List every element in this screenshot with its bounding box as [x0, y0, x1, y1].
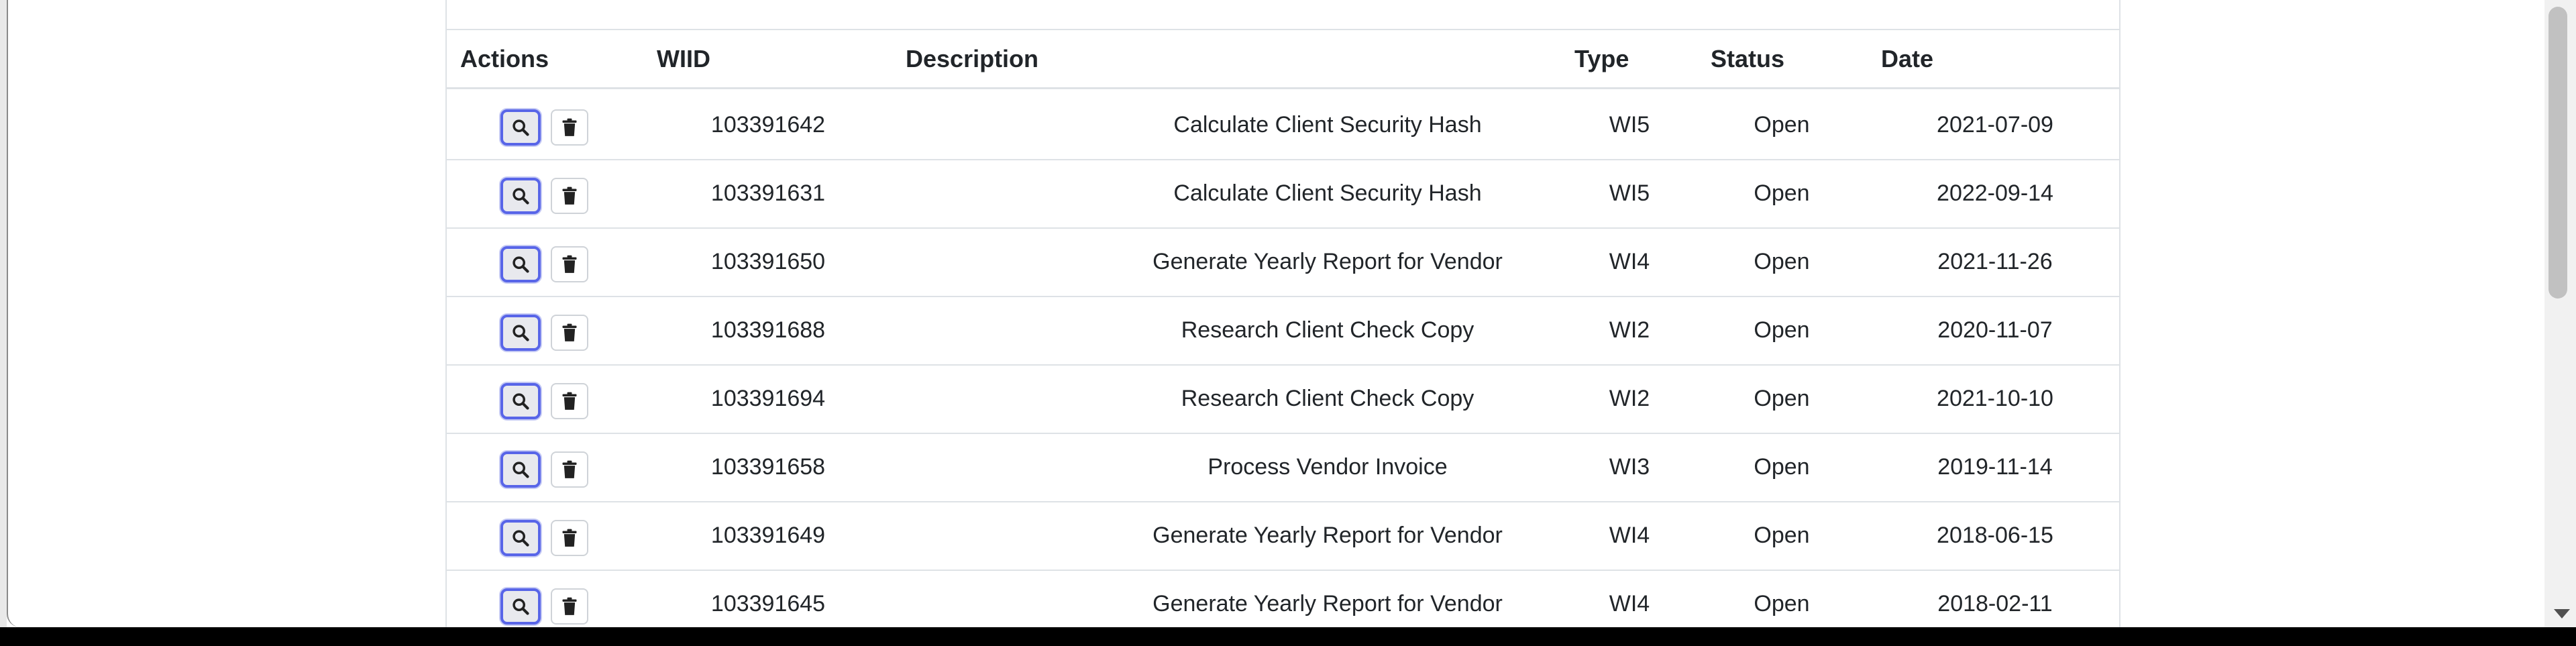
header-status[interactable]: Status [1711, 45, 1784, 73]
delete-button[interactable] [551, 315, 588, 351]
cell-status: Open [1754, 454, 1810, 480]
table-row[interactable]: 103391642 Calculate Client Security Hash… [447, 92, 2119, 160]
cell-wiid: 103391649 [710, 523, 826, 548]
header-description[interactable]: Description [906, 45, 1038, 73]
trash-icon [562, 597, 577, 615]
trash-icon [562, 255, 577, 273]
cell-status: Open [1754, 112, 1810, 138]
table-row[interactable]: 103391694 Research Client Check Copy WI2… [447, 366, 2119, 434]
view-button[interactable] [500, 246, 541, 282]
search-icon [513, 325, 529, 341]
table-row[interactable]: 103391650 Generate Yearly Report for Ven… [447, 229, 2119, 297]
delete-button[interactable] [551, 109, 588, 146]
cell-date: 2021-11-26 [1937, 249, 2053, 274]
cell-date: 2020-11-07 [1937, 317, 2053, 343]
cell-wiid: 103391688 [710, 317, 826, 343]
cell-type: WI5 [1609, 180, 1650, 206]
cell-status: Open [1754, 180, 1810, 206]
search-icon [513, 598, 529, 615]
cell-description: Generate Yearly Report for Vendor [1152, 591, 1503, 616]
cell-type: WI4 [1609, 591, 1650, 616]
cell-date: 2018-06-15 [1937, 523, 2053, 548]
delete-button[interactable] [551, 520, 588, 556]
trash-icon [562, 460, 577, 478]
cell-status: Open [1754, 386, 1810, 411]
cell-type: WI2 [1609, 386, 1650, 411]
search-icon [513, 462, 529, 478]
search-icon [513, 188, 529, 205]
cell-wiid: 103391694 [710, 386, 826, 411]
cell-wiid: 103391642 [710, 112, 826, 138]
cell-wiid: 103391645 [710, 591, 826, 616]
view-button[interactable] [500, 109, 541, 146]
cell-wiid: 103391658 [710, 454, 826, 480]
header-actions: Actions [460, 45, 549, 72]
cell-date: 2021-10-10 [1937, 386, 2053, 411]
search-icon [513, 393, 529, 410]
cell-date: 2021-07-09 [1937, 112, 2053, 138]
table-row[interactable]: 103391688 Research Client Check Copy WI2… [447, 297, 2119, 366]
cell-description: Research Client Check Copy [1181, 386, 1474, 411]
search-icon [513, 256, 529, 273]
search-icon [513, 119, 529, 136]
cell-description: Calculate Client Security Hash [1173, 180, 1482, 206]
trash-icon [562, 392, 577, 410]
table-header-row: Actions WIID Description Type Status Dat… [447, 30, 2119, 89]
cell-date: 2019-11-14 [1937, 454, 2053, 480]
cell-type: WI3 [1609, 454, 1650, 480]
header-date[interactable]: Date [1881, 45, 1933, 73]
table-row[interactable]: 103391645 Generate Yearly Report for Ven… [447, 571, 2119, 627]
cell-date: 2018-02-11 [1937, 591, 2053, 616]
cell-description: Process Vendor Invoice [1208, 454, 1448, 480]
cell-status: Open [1754, 591, 1810, 616]
trash-icon [562, 529, 577, 547]
cell-status: Open [1754, 523, 1810, 548]
work-items-table: Actions WIID Description Type Status Dat… [445, 0, 2121, 627]
view-button[interactable] [500, 383, 541, 419]
header-type[interactable]: Type [1574, 45, 1629, 73]
table-row[interactable]: 103391658 Process Vendor Invoice WI3 Ope… [447, 434, 2119, 502]
trash-icon [562, 118, 577, 136]
window-bottom-edge [0, 627, 2576, 646]
cell-type: WI2 [1609, 317, 1650, 343]
cell-wiid: 103391650 [710, 249, 826, 274]
table-row[interactable]: 103391649 Generate Yearly Report for Ven… [447, 502, 2119, 571]
scrollbar-thumb[interactable] [2548, 7, 2567, 299]
view-button[interactable] [500, 451, 541, 488]
cell-description: Calculate Client Security Hash [1173, 112, 1482, 138]
trash-icon [562, 323, 577, 341]
cell-description: Generate Yearly Report for Vendor [1152, 523, 1503, 548]
search-icon [513, 530, 529, 547]
table-row[interactable]: 103391631 Calculate Client Security Hash… [447, 160, 2119, 229]
cell-type: WI5 [1609, 112, 1650, 138]
view-button[interactable] [500, 520, 541, 556]
delete-button[interactable] [551, 246, 588, 282]
view-button[interactable] [500, 178, 541, 214]
cell-wiid: 103391631 [710, 180, 826, 206]
delete-button[interactable] [551, 178, 588, 214]
cell-description: Generate Yearly Report for Vendor [1152, 249, 1503, 274]
scroll-down-arrow-icon[interactable] [2554, 609, 2570, 618]
view-button[interactable] [500, 588, 541, 625]
cell-type: WI4 [1609, 249, 1650, 274]
window-background [0, 0, 7, 627]
view-button[interactable] [500, 315, 541, 351]
trash-icon [562, 186, 577, 205]
delete-button[interactable] [551, 588, 588, 625]
cell-type: WI4 [1609, 523, 1650, 548]
header-wiid[interactable]: WIID [657, 45, 710, 73]
delete-button[interactable] [551, 383, 588, 419]
cell-description: Research Client Check Copy [1181, 317, 1474, 343]
cell-status: Open [1754, 317, 1810, 343]
delete-button[interactable] [551, 451, 588, 488]
cell-status: Open [1754, 249, 1810, 274]
browser-viewport: Actions WIID Description Type Status Dat… [7, 0, 2546, 627]
cell-date: 2022-09-14 [1937, 180, 2053, 206]
